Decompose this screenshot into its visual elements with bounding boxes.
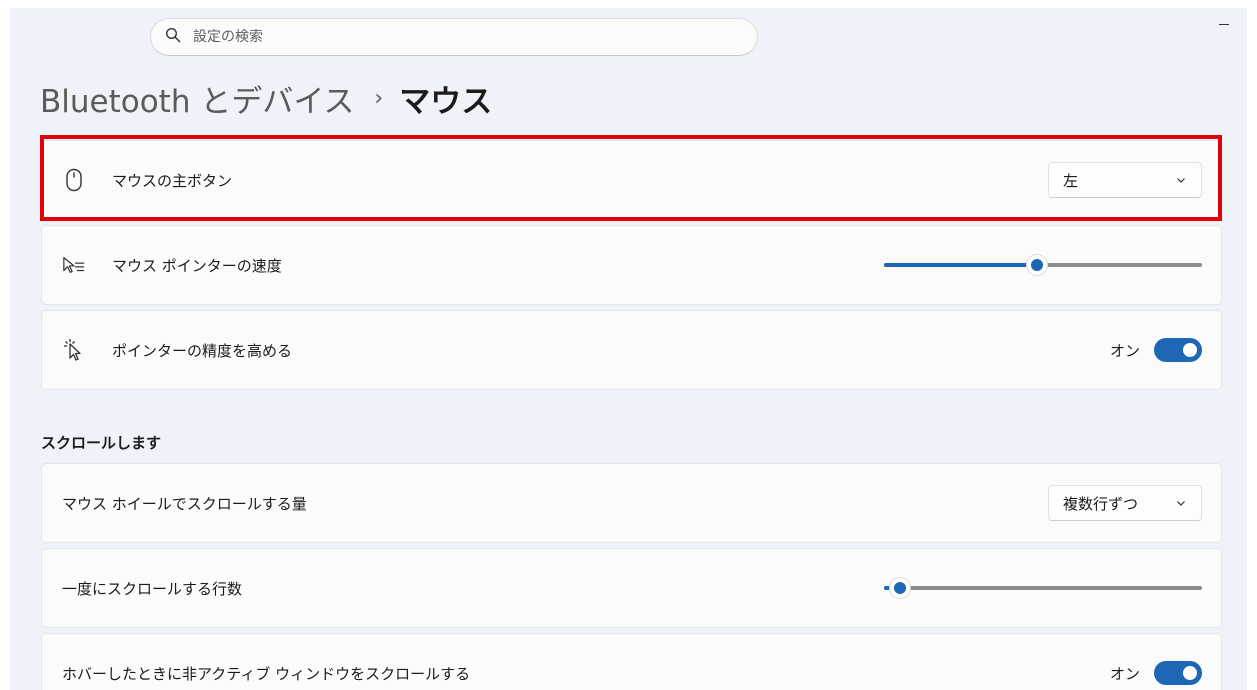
pointer-speed-slider[interactable] (884, 253, 1202, 277)
setting-label: マウス ホイールでスクロールする量 (62, 494, 307, 513)
setting-label: ホバーしたときに非アクティブ ウィンドウをスクロールする (62, 664, 471, 683)
inactive-scroll-toggle-group: オン (1110, 661, 1202, 685)
pointer-speed-icon (62, 253, 86, 277)
slider-track (884, 586, 1202, 590)
setting-pointer-precision: ポインターの精度を高める オン (41, 310, 1222, 390)
setting-lines-per-scroll: 一度にスクロールする行数 (41, 548, 1222, 628)
pointer-precision-icon (62, 338, 86, 362)
pointer-precision-toggle[interactable] (1154, 338, 1202, 362)
breadcrumb-parent-link[interactable]: Bluetooth とデバイス (40, 76, 354, 121)
page-title: マウス (399, 83, 493, 120)
mouse-icon (62, 168, 86, 192)
setting-pointer-speed: マウス ポインターの速度 (41, 225, 1222, 305)
wheel-amount-dropdown[interactable]: 複数行ずつ (1048, 485, 1202, 521)
minimize-button[interactable] (1217, 16, 1231, 30)
search-icon (165, 27, 181, 47)
toggle-state-label: オン (1109, 664, 1140, 683)
breadcrumb: Bluetooth とデバイス › マウス (40, 76, 492, 120)
toggle-knob (1183, 666, 1197, 680)
setting-label: マウス ポインターの速度 (112, 256, 282, 275)
search-box[interactable] (150, 18, 758, 56)
dropdown-value: 左 (1063, 171, 1079, 190)
lines-per-scroll-slider[interactable] (884, 576, 1202, 600)
breadcrumb-separator: › (374, 85, 384, 111)
chevron-down-icon (1177, 178, 1185, 183)
dropdown-value: 複数行ずつ (1063, 494, 1139, 513)
setting-primary-button: マウスの主ボタン 左 (41, 140, 1222, 220)
primary-button-dropdown[interactable]: 左 (1048, 162, 1202, 198)
setting-label: マウスの主ボタン (112, 171, 233, 190)
pointer-precision-toggle-group: オン (1110, 338, 1202, 362)
toggle-state-label: オン (1109, 341, 1140, 360)
settings-window: Bluetooth とデバイス › マウス マウスの主ボタン 左 マウス ポイン… (10, 8, 1247, 690)
setting-wheel-amount: マウス ホイールでスクロールする量 複数行ずつ (41, 463, 1222, 543)
slider-fill (884, 263, 1037, 267)
setting-label: ポインターの精度を高める (112, 341, 293, 360)
search-input[interactable] (193, 29, 713, 45)
chevron-down-icon (1177, 501, 1185, 506)
section-title-scroll: スクロールします (41, 434, 162, 452)
setting-label: 一度にスクロールする行数 (62, 579, 243, 598)
setting-inactive-scroll: ホバーしたときに非アクティブ ウィンドウをスクロールする オン (41, 633, 1222, 690)
slider-thumb[interactable] (1026, 254, 1048, 276)
toggle-knob (1183, 343, 1197, 357)
inactive-scroll-toggle[interactable] (1154, 661, 1202, 685)
slider-thumb[interactable] (889, 577, 911, 599)
